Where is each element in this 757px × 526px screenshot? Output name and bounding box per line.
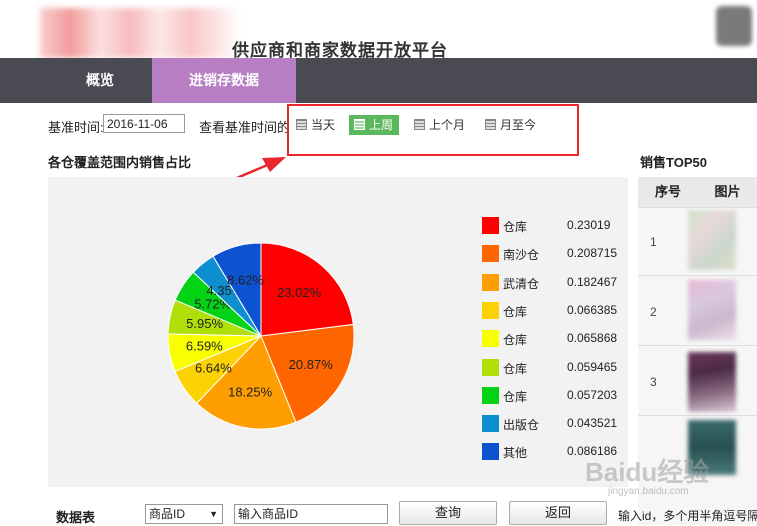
field-select[interactable]: 商品ID ▼ — [145, 504, 223, 524]
product-thumbnail[interactable] — [688, 280, 736, 340]
legend-swatch — [482, 301, 499, 319]
top50-title: 销售TOP50 — [640, 155, 707, 170]
product-id-input[interactable]: 输入商品ID — [234, 504, 388, 524]
pie-slice-label: 6.59% — [186, 339, 223, 354]
legend-label: 出版仓 — [503, 418, 540, 433]
legend-value: 0.182467 — [567, 274, 618, 289]
legend-label: 仓库 — [503, 389, 528, 404]
watermark: Baidu经验 — [585, 457, 710, 487]
pie-slice-label: 6.64% — [195, 361, 232, 376]
row-divider — [638, 415, 757, 416]
data-table-label: 数据表 — [56, 510, 96, 525]
legend-value: 0.057203 — [567, 387, 618, 402]
legend-value: 0.043521 — [567, 416, 618, 431]
legend-swatch — [482, 330, 499, 348]
legend-label: 仓库 — [503, 304, 528, 319]
product-thumbnail[interactable] — [688, 352, 736, 412]
legend-label: 其他 — [503, 446, 528, 461]
row-index: 1 — [650, 235, 657, 249]
row-divider — [638, 275, 757, 276]
row-index: 3 — [650, 375, 657, 389]
legend-swatch — [482, 443, 499, 461]
legend-label: 仓库 — [503, 333, 528, 348]
row-divider — [638, 207, 757, 208]
legend-label: 仓库 — [503, 220, 528, 234]
legend-swatch — [482, 273, 499, 291]
col-header-image: 图片 — [698, 177, 757, 207]
pie-slice-label: 18.25% — [228, 385, 273, 400]
legend-value: 0.065868 — [567, 331, 618, 346]
legend-value: 0.23019 — [567, 218, 611, 232]
input-hint: 输入id，多个用半角逗号隔 — [618, 509, 757, 523]
chevron-down-icon: ▼ — [209, 509, 218, 519]
legend-swatch — [482, 245, 499, 263]
select-value: 商品ID — [149, 507, 186, 521]
legend-label: 武清仓 — [503, 276, 540, 291]
pie-slice-label: 20.87% — [289, 357, 334, 372]
legend-value: 0.208715 — [567, 246, 618, 261]
product-thumbnail[interactable] — [688, 210, 736, 270]
legend-swatch — [482, 217, 499, 234]
col-header-index: 序号 — [638, 177, 698, 207]
pie-slice-label: 23.02% — [277, 285, 322, 300]
legend-value: 0.059465 — [567, 359, 618, 374]
query-button[interactable]: 查询 — [399, 501, 497, 525]
legend-swatch — [482, 386, 499, 404]
back-button[interactable]: 返回 — [509, 501, 607, 525]
legend-swatch — [482, 358, 499, 376]
watermark-url: jingyan.baidu.com — [608, 486, 689, 497]
legend-label: 南沙仓 — [503, 248, 540, 263]
row-index: 2 — [650, 305, 657, 319]
pie-slice-label: 8.62% — [227, 272, 264, 287]
legend-swatch — [482, 415, 499, 433]
legend-label: 仓库 — [503, 361, 528, 376]
row-divider — [638, 345, 757, 346]
legend-value: 0.066385 — [567, 302, 618, 317]
